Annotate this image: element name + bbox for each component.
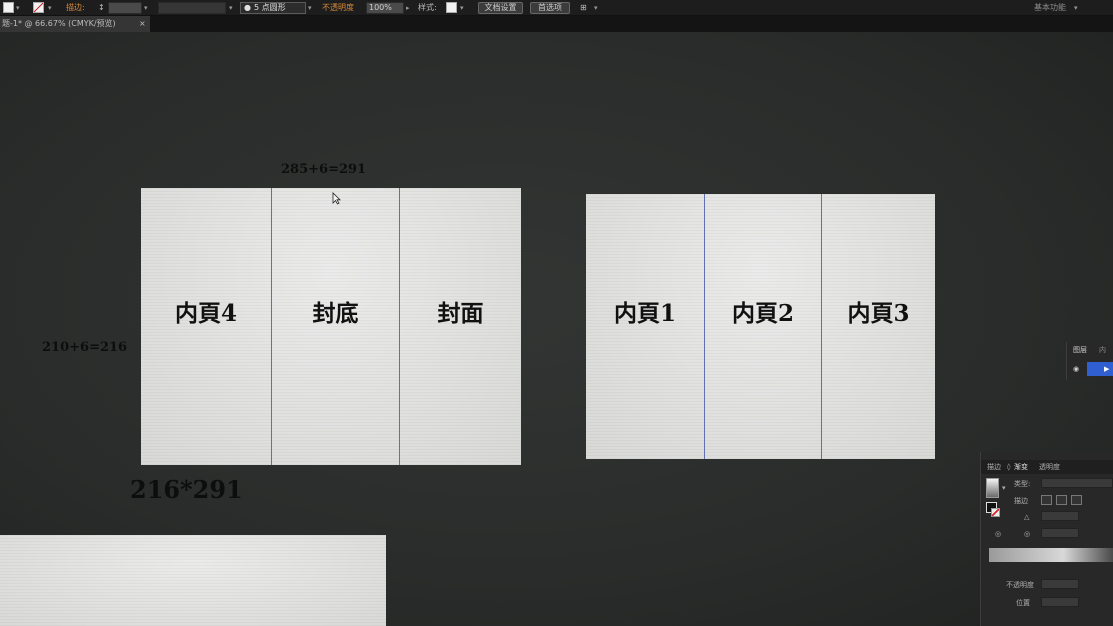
tab-gradient[interactable]: 渐变	[1014, 462, 1028, 472]
workspace-chevron-down-icon[interactable]: ▾	[1074, 2, 1078, 14]
gradient-location-input[interactable]	[1041, 597, 1079, 607]
document-setup-button[interactable]: 文档设置	[478, 2, 523, 14]
panel-label: 内頁3	[847, 300, 910, 327]
panel-inner-page-2[interactable]: 内頁2	[704, 194, 821, 459]
stroke-chevron-down-icon[interactable]: ▾	[48, 2, 52, 14]
panel-inner-page-1[interactable]: 内頁1	[586, 194, 704, 459]
gradient-preview-swatch[interactable]	[986, 478, 999, 498]
reverse-gradient-icon[interactable]: ◎	[995, 529, 1001, 539]
panel-front-cover[interactable]: 封面	[399, 188, 521, 465]
stroke-weight-stepper-icon[interactable]: ↕	[98, 2, 105, 14]
angle-icon: △	[1024, 513, 1030, 521]
stroke-weight-input[interactable]	[108, 2, 142, 14]
size-note: 216*291	[130, 475, 243, 504]
fill-swatch[interactable]	[3, 2, 14, 13]
stroke-weight-chevron-down-icon[interactable]: ▾	[144, 2, 148, 14]
opacity-arrow-right-icon[interactable]: ▸	[406, 2, 410, 14]
gradient-panel-header: 描边 ◊ 渐变 透明度	[981, 460, 1113, 474]
preferences-button[interactable]: 首选项	[530, 2, 570, 14]
gradient-stroke-label: 描边	[1014, 497, 1028, 505]
gradient-slider[interactable]	[989, 548, 1113, 562]
artboard-partial[interactable]	[0, 535, 386, 626]
artboard-inner-spread[interactable]: 内頁1 内頁2 内頁3	[586, 194, 935, 459]
workspace-switcher[interactable]: 基本功能	[1034, 2, 1066, 14]
tab-arrows-icon: ◊	[1007, 463, 1011, 471]
gradient-opacity-label: 不透明度	[1006, 581, 1034, 589]
tab-second[interactable]: 内	[1099, 345, 1106, 355]
gradient-panel: 描边 ◊ 渐变 透明度 ▾ 类型: 描边 △ ◎ ◎ 不透明度 位置	[980, 452, 1113, 626]
variable-width-profile-dropdown[interactable]	[158, 2, 226, 14]
expand-triangle-icon[interactable]: ▶	[1104, 364, 1109, 374]
graphic-style-swatch[interactable]	[446, 2, 457, 13]
stroke-indicator-icon[interactable]	[991, 508, 1000, 517]
gradient-location-label: 位置	[1016, 599, 1030, 607]
artboard-outer-spread[interactable]: 内頁4 封底 封面	[141, 188, 521, 465]
style-chevron-down-icon[interactable]: ▾	[460, 2, 464, 14]
fill-chevron-down-icon[interactable]: ▾	[16, 2, 20, 14]
stroke-label[interactable]: 描边:	[66, 2, 85, 14]
brush-dot-icon: ●	[244, 3, 251, 12]
stroke-within-icon[interactable]	[1041, 495, 1052, 505]
panel-back-cover[interactable]: 封底	[271, 188, 399, 465]
panel-inner-page-4[interactable]: 内頁4	[141, 188, 271, 465]
opacity-value: 100%	[369, 3, 392, 12]
height-formula-note: 210+6=216	[42, 340, 128, 355]
stroke-across-icon[interactable]	[1071, 495, 1082, 505]
opacity-label[interactable]: 不透明度	[322, 2, 354, 14]
gradient-type-label: 类型:	[1014, 480, 1031, 488]
arrange-documents-icon[interactable]: ⊞	[580, 2, 587, 14]
profile-chevron-down-icon[interactable]: ▾	[229, 2, 233, 14]
eye-icon[interactable]: ◉	[1073, 364, 1079, 374]
artboard-canvas[interactable]: 285+6=291 210+6=216 216*291 内頁4 封底 封面 内頁…	[0, 32, 1113, 626]
opacity-input[interactable]: 100%	[366, 2, 404, 14]
layer-row-selected[interactable]: ▶	[1087, 362, 1113, 376]
tab-transparency[interactable]: 透明度	[1039, 462, 1060, 472]
brush-chevron-down-icon[interactable]: ▾	[308, 2, 312, 14]
control-bar: ▾ ▾ 描边: ↕ ▾ ▾ ● 5 点圆形 ▾ 不透明度 100% ▸ 样式: …	[0, 0, 1113, 16]
stroke-along-icon[interactable]	[1056, 495, 1067, 505]
angle-input[interactable]	[1041, 511, 1079, 521]
brush-definition-dropdown[interactable]: ● 5 点圆形	[240, 2, 306, 14]
cursor-arrow-icon	[332, 192, 341, 205]
style-label: 样式:	[418, 3, 437, 12]
document-tab-bar: 题-1* @ 66.67% (CMYK/预览) ×	[0, 16, 1113, 32]
document-tab[interactable]: 题-1* @ 66.67% (CMYK/预览) ×	[0, 16, 150, 32]
tab-layers[interactable]: 图层	[1073, 345, 1087, 355]
stroke-swatch[interactable]	[33, 2, 44, 13]
document-tab-title: 题-1* @ 66.67% (CMYK/预览)	[2, 19, 116, 28]
panel-label: 封面	[437, 300, 484, 327]
panel-label: 内頁4	[174, 300, 237, 327]
gradient-preset-chevron-down-icon[interactable]: ▾	[1002, 483, 1006, 493]
gradient-type-dropdown[interactable]	[1041, 478, 1113, 488]
gradient-opacity-input[interactable]	[1041, 579, 1079, 589]
panel-label: 内頁2	[731, 300, 794, 327]
brush-label: 5 点圆形	[254, 3, 286, 12]
arrange-chevron-down-icon[interactable]: ▾	[594, 2, 598, 14]
panel-inner-page-3[interactable]: 内頁3	[821, 194, 935, 459]
layers-panel: 图层 内 ◉ ▶	[1066, 342, 1113, 380]
aspect-ratio-icon: ◎	[1024, 530, 1031, 538]
panel-label: 封底	[312, 300, 359, 327]
aspect-ratio-input[interactable]	[1041, 528, 1079, 538]
illustrator-window: ▾ ▾ 描边: ↕ ▾ ▾ ● 5 点圆形 ▾ 不透明度 100% ▸ 样式: …	[0, 0, 1113, 626]
close-icon[interactable]: ×	[139, 18, 146, 30]
width-formula-note: 285+6=291	[281, 162, 367, 177]
panel-label: 内頁1	[613, 300, 676, 327]
tab-stroke[interactable]: 描边	[987, 462, 1001, 472]
